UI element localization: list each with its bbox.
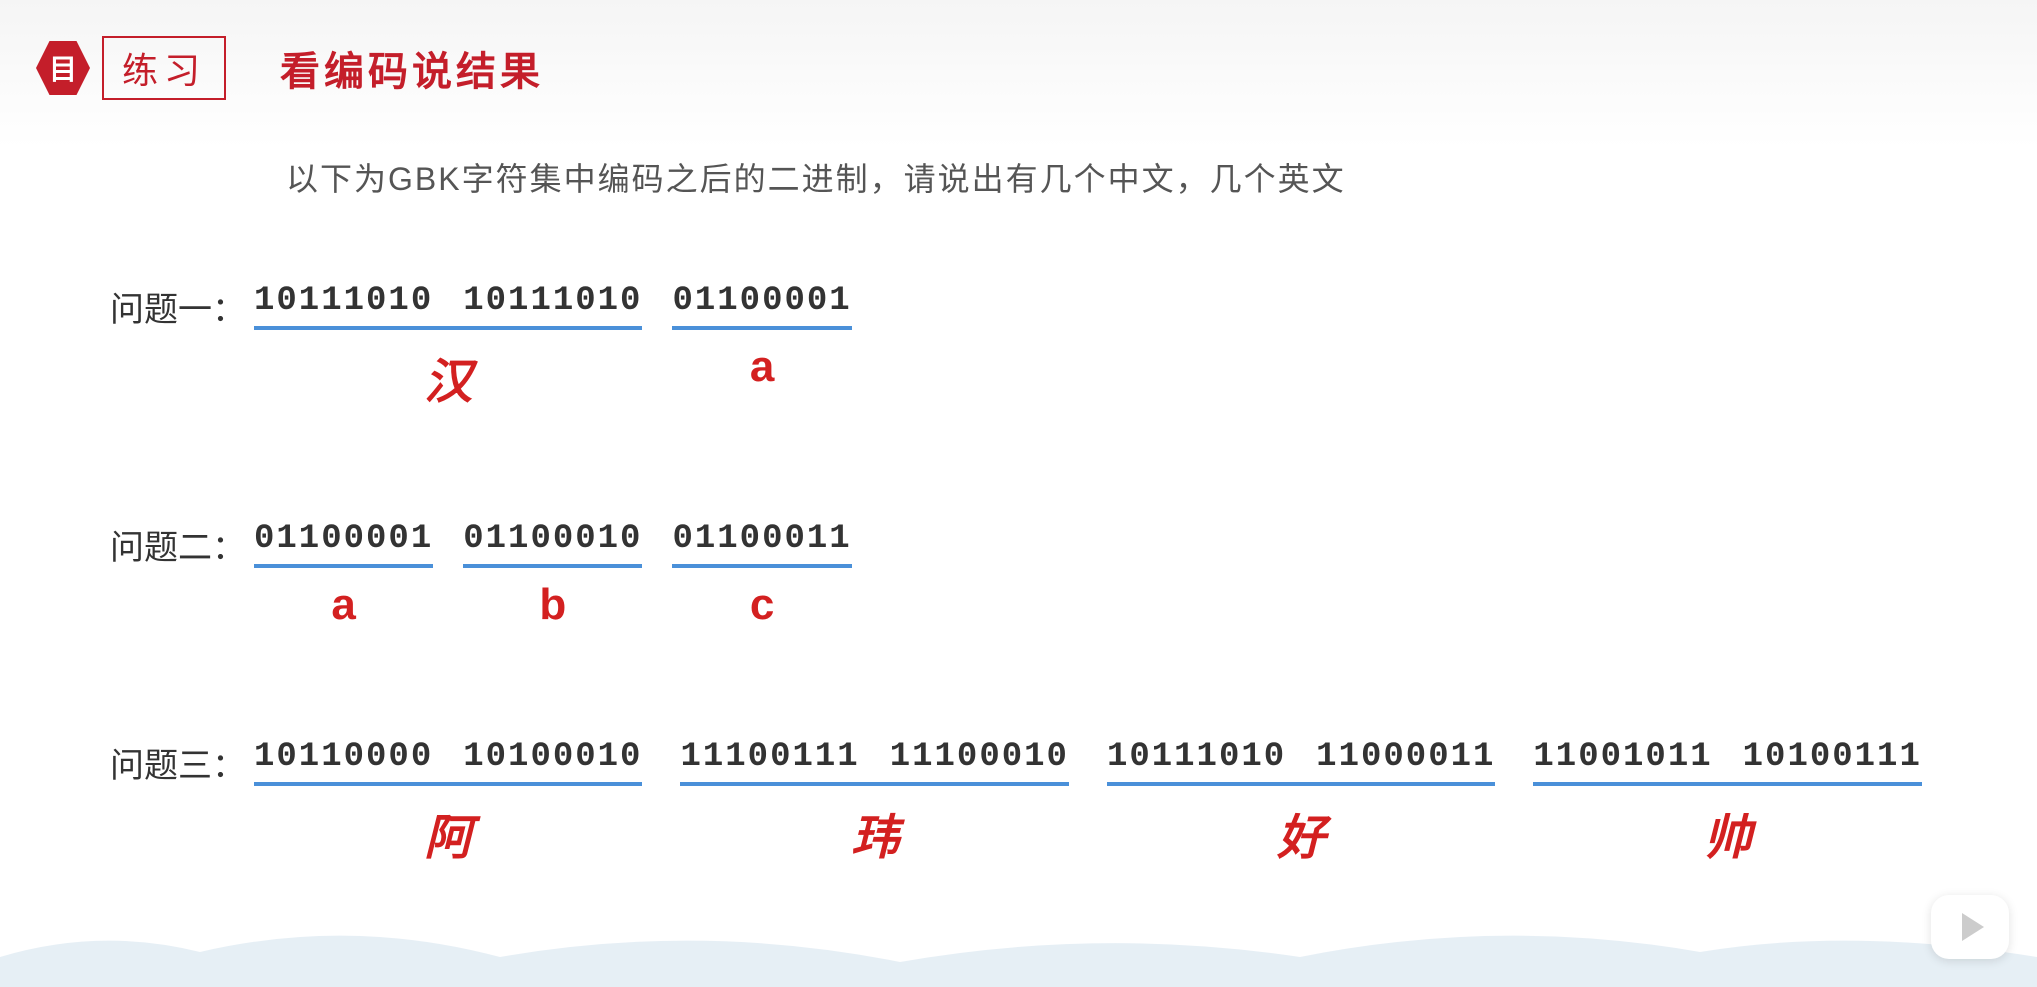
byte-value: 11001011 (1533, 738, 1712, 776)
play-icon[interactable] (1931, 895, 2009, 959)
q3-group-1-bytes: 10110000 10100010 (254, 738, 642, 786)
q1-group-1: 10111010 10111010 汉 (254, 282, 642, 412)
q3-group-2: 11100111 11100010 玮 (680, 738, 1068, 868)
byte-value: 10111010 (1107, 738, 1286, 776)
question-3-label: 问题三： (110, 738, 246, 787)
list-icon-glyph: 目 (49, 48, 77, 88)
q3-group-3-bytes: 10111010 11000011 (1107, 738, 1495, 786)
list-icon: 目 (36, 41, 90, 95)
q1-group-2-bytes: 01100001 (672, 282, 851, 330)
q3-group-1-answer: 阿 (424, 798, 472, 868)
page-title: 看编码说结果 (280, 39, 544, 97)
question-3: 问题三： 10110000 10100010 阿 11100111 111000… (110, 738, 2037, 868)
byte-value: 11100111 (680, 738, 859, 776)
byte-value: 10100111 (1743, 738, 1922, 776)
q3-group-4-answer: 帅 (1704, 798, 1752, 868)
q3-group-4-bytes: 11001011 10100111 (1533, 738, 1921, 786)
q3-group-2-bytes: 11100111 11100010 (680, 738, 1068, 786)
byte-value: 10111010 (463, 282, 642, 320)
byte-value: 11100010 (890, 738, 1069, 776)
subtitle: 以下为GBK字符集中编码之后的二进制，请说出有几个中文，几个英文 (286, 154, 2037, 200)
question-2-label: 问题二： (110, 520, 246, 569)
q2-group-1-bytes: 01100001 (254, 520, 433, 568)
byte-value: 01100010 (463, 520, 642, 558)
question-2: 问题二： 01100001 a 01100010 b 01100011 c (110, 520, 2037, 630)
q1-group-1-answer: 汉 (424, 342, 472, 412)
q2-group-3-answer: c (750, 580, 774, 630)
byte-value: 01100001 (254, 520, 433, 558)
mountain-decoration (0, 907, 2037, 987)
byte-value: 11000011 (1316, 738, 1495, 776)
q1-group-2-answer: a (750, 342, 774, 392)
question-2-groups: 01100001 a 01100010 b 01100011 c (254, 520, 852, 630)
q2-group-2-bytes: 01100010 (463, 520, 642, 568)
q1-group-2: 01100001 a (672, 282, 851, 412)
header: 目 练习 看编码说结果 (0, 0, 2037, 100)
q3-group-3: 10111010 11000011 好 (1107, 738, 1495, 868)
question-1-groups: 10111010 10111010 汉 01100001 a (254, 282, 852, 412)
q2-group-3: 01100011 c (672, 520, 851, 630)
q1-group-1-bytes: 10111010 10111010 (254, 282, 642, 330)
byte-value: 10110000 (254, 738, 433, 776)
q2-group-1: 01100001 a (254, 520, 433, 630)
q3-group-4: 11001011 10100111 帅 (1533, 738, 1921, 868)
q2-group-2-answer: b (539, 580, 566, 630)
play-triangle-icon (1962, 913, 1984, 941)
byte-value: 10111010 (254, 282, 433, 320)
q3-group-1: 10110000 10100010 阿 (254, 738, 642, 868)
q2-group-1-answer: a (331, 580, 355, 630)
q3-group-3-answer: 好 (1277, 798, 1325, 868)
byte-value: 01100011 (672, 520, 851, 558)
byte-value: 01100001 (672, 282, 851, 320)
question-3-groups: 10110000 10100010 阿 11100111 11100010 玮 … (254, 738, 1922, 868)
question-1-label: 问题一： (110, 282, 246, 331)
q2-group-3-bytes: 01100011 (672, 520, 851, 568)
q3-group-2-answer: 玮 (851, 798, 899, 868)
practice-label: 练习 (102, 36, 226, 100)
q2-group-2: 01100010 b (463, 520, 642, 630)
question-1: 问题一： 10111010 10111010 汉 01100001 a (110, 282, 2037, 412)
byte-value: 10100010 (463, 738, 642, 776)
